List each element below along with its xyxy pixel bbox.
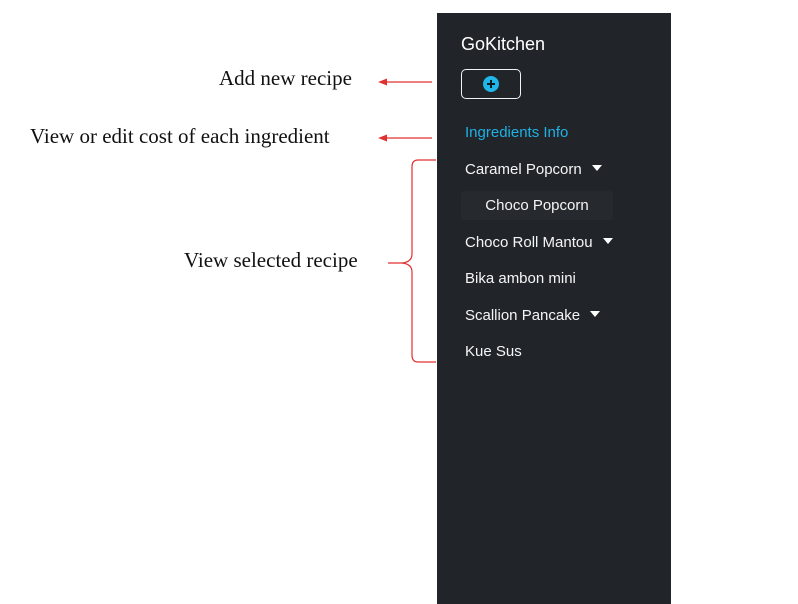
recipe-item-kue-sus[interactable]: Kue Sus xyxy=(465,344,522,359)
recipe-item-bika-ambon-mini[interactable]: Bika ambon mini xyxy=(465,271,576,286)
annotation-view-cost: View or edit cost of each ingredient xyxy=(30,124,330,148)
recipe-item-choco-roll-mantou[interactable]: Choco Roll Mantou xyxy=(465,235,613,250)
sidebar: GoKitchen Ingredients Info Caramel Popco… xyxy=(437,13,671,604)
annotation-add-recipe: Add new recipe xyxy=(219,66,352,90)
nav-ingredients-info-label: Ingredients Info xyxy=(465,124,569,141)
annotation-view-recipe: View selected recipe xyxy=(184,248,358,272)
recipe-item-label: Caramel Popcorn xyxy=(465,161,582,178)
bracket-view-recipe xyxy=(388,159,436,363)
nav-ingredients-info[interactable]: Ingredients Info xyxy=(465,125,568,140)
submenu-item-choco-popcorn[interactable]: Choco Popcorn xyxy=(461,191,613,220)
recipe-item-label: Scallion Pancake xyxy=(465,307,581,324)
caret-down-icon[interactable] xyxy=(590,311,601,318)
plus-circle-icon xyxy=(483,76,499,92)
recipe-item-label: Kue Sus xyxy=(465,343,522,360)
recipe-item-scallion-pancake[interactable]: Scallion Pancake xyxy=(465,307,601,324)
caret-down-icon[interactable] xyxy=(602,238,613,245)
add-recipe-button[interactable] xyxy=(461,69,521,99)
annotation-arrows xyxy=(378,78,436,363)
recipe-item-label: Choco Roll Mantou xyxy=(465,234,593,251)
recipe-item-label: Bika ambon mini xyxy=(465,270,576,287)
recipe-item-caramel-popcorn[interactable]: Caramel Popcorn xyxy=(465,162,602,177)
brand-title: GoKitchen xyxy=(461,34,546,54)
arrow-head-add-recipe xyxy=(378,78,387,86)
arrow-head-view-cost xyxy=(378,134,387,142)
submenu-item-label: Choco Popcorn xyxy=(485,197,589,214)
caret-down-icon[interactable] xyxy=(591,165,602,172)
